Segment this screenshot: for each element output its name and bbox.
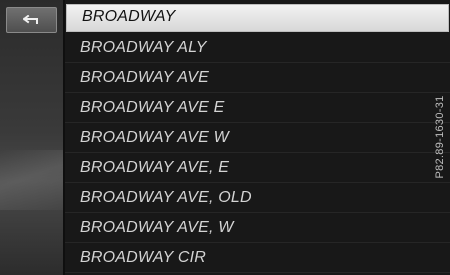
list-item[interactable]: BROADWAY AVE W — [65, 125, 450, 153]
reference-code: P82.89-1630-31 — [434, 95, 446, 179]
list-item-label: BROADWAY AVE — [80, 69, 209, 86]
list-item[interactable]: BROADWAY — [66, 4, 449, 32]
list-item[interactable]: BROADWAY AVE, W — [65, 215, 450, 243]
left-rail — [0, 0, 65, 275]
list-item[interactable]: BROADWAY ALY — [65, 35, 450, 63]
back-button[interactable] — [6, 7, 57, 33]
list-item-label: BROADWAY ALY — [80, 39, 207, 56]
list-item[interactable]: BROADWAY AVE, OLD — [65, 185, 450, 213]
list-item-label: BROADWAY AVE, W — [80, 219, 234, 236]
rail-decoration — [0, 150, 63, 210]
street-list[interactable]: BROADWAY BROADWAY ALY BROADWAY AVE BROAD… — [65, 0, 450, 275]
list-item-label: BROADWAY CIR — [80, 249, 206, 266]
list-item-label: BROADWAY AVE, OLD — [80, 189, 252, 206]
list-item[interactable]: BROADWAY AVE — [65, 65, 450, 93]
list-item[interactable]: BROADWAY AVE, E — [65, 155, 450, 183]
list-item[interactable]: BROADWAY AVE E — [65, 95, 450, 123]
list-item-label: BROADWAY AVE W — [80, 129, 229, 146]
list-item[interactable]: BROADWAY CIR — [65, 245, 450, 273]
navigation-street-list-screen: BROADWAY BROADWAY ALY BROADWAY AVE BROAD… — [0, 0, 450, 275]
list-item-label: BROADWAY AVE, E — [80, 159, 230, 176]
list-item-label: BROADWAY — [82, 8, 176, 25]
list-item-label: BROADWAY AVE E — [80, 99, 225, 116]
back-arrow-icon — [23, 15, 38, 24]
